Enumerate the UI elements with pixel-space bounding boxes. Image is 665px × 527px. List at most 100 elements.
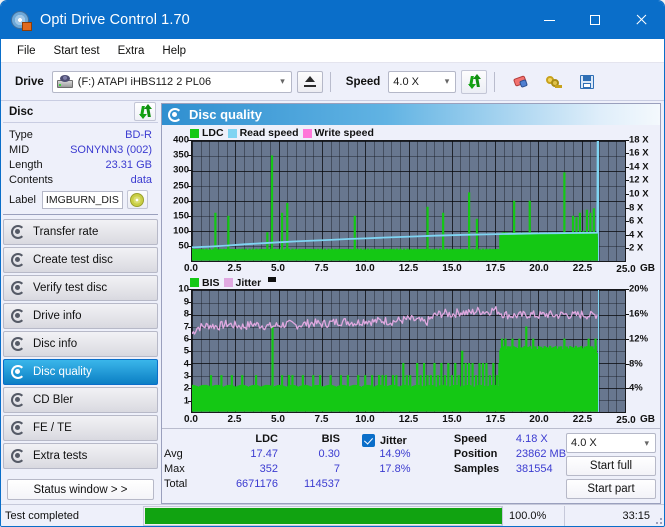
x-tick-label: 15.0 bbox=[442, 414, 462, 426]
sidebar-item-drive-info[interactable]: Drive info bbox=[3, 303, 158, 329]
elapsed-time: 33:15 bbox=[564, 505, 664, 526]
y-right-tick-label: 16 X bbox=[629, 147, 649, 159]
y-right-tick-label: 14 X bbox=[629, 161, 649, 173]
status-window-button[interactable]: Status window > > bbox=[7, 479, 154, 500]
sidebar-item-fe-te[interactable]: FE / TE bbox=[3, 415, 158, 441]
top-chart-y-axis-left: 50 100 150 200 250 300 350 400 bbox=[164, 134, 191, 262]
disc-info-key: Length bbox=[9, 158, 43, 171]
stats-ldc-max: 352 bbox=[259, 463, 278, 475]
jitter-block: Jitter 14.9% 17.8% bbox=[361, 433, 446, 499]
disc-info-row-length: Length 23.31 GB bbox=[9, 157, 152, 172]
stats-ldc-avg: 17.47 bbox=[250, 448, 278, 460]
sidebar-item-cd-bler[interactable]: CD Bler bbox=[3, 387, 158, 413]
main-panel-header: Disc quality bbox=[162, 104, 660, 125]
samples-row: Samples 381554 bbox=[454, 463, 566, 478]
menu-file[interactable]: File bbox=[8, 42, 45, 60]
page-title: Disc quality bbox=[189, 107, 262, 122]
disc-test-icon bbox=[11, 281, 25, 295]
x-tick-label: 7.5 bbox=[314, 262, 329, 274]
tick-mark bbox=[626, 139, 629, 141]
legend-swatch-bis bbox=[190, 278, 199, 288]
start-full-button[interactable]: Start full bbox=[566, 456, 656, 476]
disc-test-icon bbox=[11, 309, 25, 323]
jitter-toggle-row: Jitter bbox=[361, 433, 446, 448]
sidebar-item-create-test-disc[interactable]: Create test disc bbox=[3, 247, 158, 273]
bottom-chart-legend: BIS Jitter bbox=[164, 276, 658, 290]
menu-extra[interactable]: Extra bbox=[109, 42, 154, 60]
disc-properties-button[interactable] bbox=[126, 190, 148, 209]
disc-info-value: data bbox=[130, 173, 152, 186]
sidebar-item-label: Drive info bbox=[33, 310, 82, 322]
toolbar: Drive (F:) ATAPI iHBS112 2 PL06 ▾ Speed … bbox=[1, 63, 664, 101]
disc-label-field[interactable]: IMGBURN_DIS bbox=[41, 190, 123, 209]
sidebar-item-verify-test-disc[interactable]: Verify test disc bbox=[3, 275, 158, 301]
tick-mark bbox=[626, 388, 629, 390]
sidebar-item-disc-info[interactable]: Disc info bbox=[3, 331, 158, 357]
save-button[interactable] bbox=[573, 70, 601, 94]
tick-mark bbox=[626, 193, 629, 195]
stats-ldc-total: 6671176 bbox=[235, 478, 278, 490]
samples-key: Samples bbox=[453, 463, 500, 475]
legend-bis: BIS bbox=[190, 277, 220, 289]
minimize-button[interactable] bbox=[526, 1, 572, 39]
refresh-icon bbox=[138, 104, 153, 119]
speed-select[interactable]: 4.0 X ▾ bbox=[388, 70, 457, 93]
disc-label-key: Label bbox=[9, 193, 36, 206]
stats-header-ldc: LDC bbox=[255, 433, 278, 445]
maximize-button[interactable] bbox=[572, 1, 618, 39]
drive-select[interactable]: (F:) ATAPI iHBS112 2 PL06 ▾ bbox=[51, 70, 292, 93]
tick-mark bbox=[626, 234, 629, 236]
samples-value: 381554 bbox=[515, 463, 553, 475]
menu-help[interactable]: Help bbox=[153, 42, 195, 60]
x-tick-label: 10.0 bbox=[355, 414, 375, 426]
jitter-avg: 14.9% bbox=[379, 448, 411, 460]
tick-mark bbox=[626, 221, 629, 222]
sidebar-item-transfer-rate[interactable]: Transfer rate bbox=[3, 219, 158, 245]
speed-row: Speed 4.18 X bbox=[454, 433, 566, 448]
legend-label: BIS bbox=[202, 276, 220, 289]
drive-label: Drive bbox=[15, 75, 44, 88]
progress-bar-fill bbox=[145, 507, 502, 524]
disc-test-icon bbox=[11, 337, 25, 351]
jitter-checkbox[interactable] bbox=[361, 434, 375, 447]
tick-mark bbox=[626, 314, 629, 316]
progress-percent: 100.0% bbox=[502, 505, 564, 526]
eject-button[interactable] bbox=[296, 70, 323, 93]
resize-grip[interactable] bbox=[652, 514, 662, 524]
erase-button[interactable] bbox=[507, 70, 535, 94]
close-button[interactable] bbox=[618, 1, 664, 39]
legend-swatch-jitter bbox=[223, 278, 233, 288]
stats-bis-max: 7 bbox=[333, 463, 340, 475]
sidebar-item-label: Transfer rate bbox=[33, 226, 99, 238]
disc-test-icon bbox=[11, 393, 25, 407]
eraser-icon bbox=[513, 74, 529, 89]
start-part-button[interactable]: Start part bbox=[566, 479, 656, 499]
disc-quality-icon bbox=[168, 107, 182, 122]
stats-label-total: Total bbox=[164, 478, 188, 490]
bottom-chart-series bbox=[192, 290, 625, 412]
legend-ldc: LDC bbox=[190, 127, 224, 139]
refresh-disc-button[interactable] bbox=[134, 102, 156, 121]
y-left-tick-label: 200 bbox=[173, 195, 189, 207]
disc-info-row-contents: Contents data bbox=[9, 172, 152, 187]
toolbar-divider-2 bbox=[494, 71, 496, 92]
disc-info-key: Type bbox=[9, 128, 33, 141]
bottom-chart-x-axis: 0.0 2.5 5.0 7.5 10.0 12.5 15.0 17.5 20.0 22.5 25.0… bbox=[164, 413, 658, 428]
legend-write-speed: Write speed bbox=[302, 127, 374, 139]
keys-button[interactable] bbox=[540, 70, 568, 94]
refresh-button[interactable] bbox=[461, 69, 488, 94]
window-controls bbox=[526, 1, 664, 39]
position-row: Position 23862 MB bbox=[454, 448, 566, 463]
sidebar-item-disc-quality[interactable]: Disc quality bbox=[3, 359, 158, 385]
y-left-tick-label: 150 bbox=[173, 210, 189, 222]
keys-icon bbox=[546, 75, 563, 89]
y-left-tick-label: 350 bbox=[173, 149, 189, 161]
position-marker-line bbox=[597, 140, 600, 261]
test-speed-select[interactable]: 4.0 X ▾ bbox=[566, 433, 656, 453]
menu-start-test[interactable]: Start test bbox=[45, 42, 109, 60]
x-tick-label: 5.0 bbox=[271, 414, 285, 426]
sidebar-item-extra-tests[interactable]: Extra tests bbox=[3, 443, 158, 469]
y-right-tick-label: 6 X bbox=[629, 215, 644, 227]
drive-icon bbox=[56, 75, 73, 88]
status-text: Test completed bbox=[5, 509, 79, 522]
